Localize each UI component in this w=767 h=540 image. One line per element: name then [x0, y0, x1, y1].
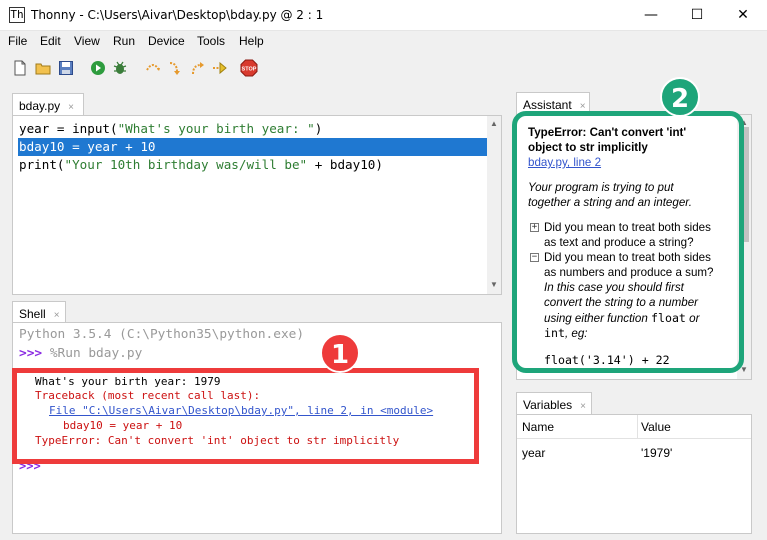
assistant-highlight-box — [512, 111, 744, 373]
save-icon[interactable] — [58, 60, 74, 76]
maximize-button[interactable]: ☐ — [674, 0, 720, 31]
menu-view[interactable]: View — [74, 34, 100, 48]
debug-icon[interactable] — [112, 60, 128, 76]
column-header-value[interactable]: Value — [641, 420, 671, 434]
close-tab-icon[interactable]: × — [580, 401, 586, 412]
step-into-icon[interactable] — [167, 60, 183, 76]
python-version-line: Python 3.5.4 (C:\Python35\python.exe) — [19, 327, 305, 342]
menu-file[interactable]: File — [8, 34, 27, 48]
close-window-button[interactable]: ✕ — [720, 0, 766, 31]
code-editor[interactable]: year = input("What's your birth year: ")… — [12, 115, 502, 295]
variables-header: Name Value — [517, 415, 751, 439]
tab-label: Shell — [19, 307, 46, 321]
svg-text:STOP: STOP — [242, 67, 257, 73]
minimize-button[interactable]: — — [628, 0, 674, 31]
tab-label: bday.py — [19, 99, 61, 113]
scroll-up-icon[interactable]: ▲ — [490, 119, 498, 128]
editor-scrollbar[interactable]: ▲ ▼ — [487, 116, 501, 294]
close-tab-icon[interactable]: × — [68, 102, 74, 113]
resume-icon[interactable] — [211, 60, 227, 76]
run-command-line: >>> %Run bday.py — [19, 346, 143, 361]
toolbar: STOP — [0, 52, 767, 84]
new-file-icon[interactable] — [12, 60, 28, 76]
menu-bar: File Edit View Run Device Tools Help — [0, 31, 767, 52]
variable-name: year — [522, 446, 546, 460]
tab-bday-py[interactable]: bday.py × — [12, 93, 84, 115]
menu-edit[interactable]: Edit — [40, 34, 61, 48]
code-line-1: year = input("What's your birth year: ") — [19, 121, 323, 136]
tab-label: Assistant — [523, 98, 572, 112]
code-line-2-selected: bday10 = year + 10 — [18, 138, 487, 156]
menu-run[interactable]: Run — [113, 34, 135, 48]
window-title: Thonny - C:\Users\Aivar\Desktop\bday.py … — [31, 8, 324, 22]
callout-badge-1: 1 — [320, 333, 360, 373]
step-out-icon[interactable] — [189, 60, 205, 76]
step-over-icon[interactable] — [145, 60, 161, 76]
menu-tools[interactable]: Tools — [197, 34, 225, 48]
open-file-icon[interactable] — [35, 60, 51, 76]
thonny-logo-icon: Th — [9, 7, 25, 23]
code-line-3: print("Your 10th birthday was/will be" +… — [19, 157, 383, 172]
menu-help[interactable]: Help — [239, 34, 264, 48]
callout-badge-2: 2 — [660, 77, 700, 117]
close-tab-icon[interactable]: × — [54, 310, 60, 321]
menu-device[interactable]: Device — [148, 34, 185, 48]
error-highlight-box — [12, 368, 479, 464]
tab-variables[interactable]: Variables × — [516, 392, 592, 414]
variable-value: '1979' — [641, 446, 673, 460]
stop-icon[interactable]: STOP — [240, 59, 258, 77]
column-divider[interactable] — [637, 415, 638, 439]
tab-label: Variables — [523, 398, 573, 412]
variables-panel: Name Value year '1979' — [516, 414, 752, 534]
title-bar: Th Thonny - C:\Users\Aivar\Desktop\bday.… — [0, 0, 767, 31]
run-icon[interactable] — [90, 60, 106, 76]
scroll-down-icon[interactable]: ▼ — [490, 280, 498, 289]
column-header-name[interactable]: Name — [522, 420, 554, 434]
tab-shell[interactable]: Shell × — [12, 301, 66, 323]
